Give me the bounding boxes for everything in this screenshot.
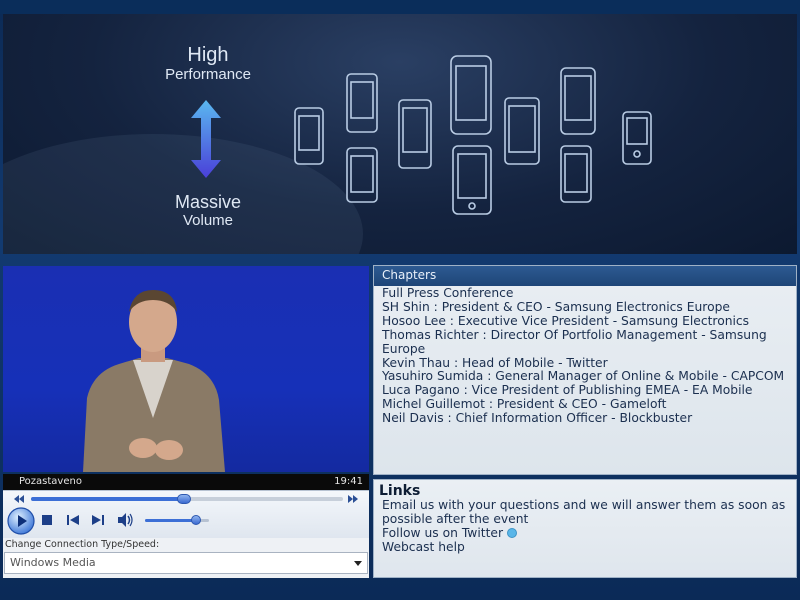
chapters-panel: Chapters Full Press Conference SH Shin :…: [373, 265, 797, 475]
link-twitter-wrapper[interactable]: Follow us on Twitter: [379, 526, 791, 541]
fast-forward-icon[interactable]: [347, 494, 359, 504]
player-status-text: Pozastaveno: [19, 476, 82, 487]
connection-settings: Change Connection Type/Speed: Windows Me…: [3, 538, 369, 578]
link-webcast-help[interactable]: Webcast help: [379, 540, 791, 555]
phone-icon: [622, 111, 652, 165]
play-button[interactable]: [7, 507, 35, 535]
phone-icon: [398, 99, 432, 169]
chapter-item[interactable]: Neil Davis : Chief Information Officer -…: [382, 411, 788, 426]
chapter-item[interactable]: Kevin Thau : Head of Mobile - Twitter: [382, 356, 788, 371]
previous-button[interactable]: [65, 513, 81, 527]
phone-icon: [560, 67, 596, 135]
links-title: Links: [379, 483, 421, 499]
link-email-questions[interactable]: Email us with your questions and we will…: [379, 498, 791, 527]
seek-bar-thumb[interactable]: [176, 494, 191, 504]
stop-button[interactable]: [40, 513, 54, 527]
seek-bar[interactable]: [31, 494, 343, 504]
volume-icon[interactable]: [116, 512, 134, 528]
player-controls: [3, 490, 369, 538]
slide-bottom-label-line2: Volume: [182, 212, 234, 229]
phone-icon: [504, 97, 540, 165]
twitter-icon[interactable]: [507, 527, 518, 538]
dropdown-arrow-icon[interactable]: [354, 561, 362, 566]
phone-icon: [560, 145, 592, 203]
slide-bottom-label-line1: Massive: [174, 192, 241, 212]
chapter-item[interactable]: Yasuhiro Sumida : General Manager of Onl…: [382, 370, 788, 384]
chapter-item[interactable]: Luca Pagano : Vice President of Publishi…: [382, 383, 788, 398]
next-button[interactable]: [90, 513, 106, 527]
volume-slider-level: [145, 519, 197, 522]
slide-top-label-line2: Performance: [165, 66, 251, 83]
chapter-item[interactable]: Full Press Conference: [382, 286, 788, 301]
volume-slider-thumb[interactable]: [191, 515, 202, 525]
phone-lineup-illustration: [294, 55, 652, 215]
chapter-item[interactable]: Michel Guillemot : President & CEO - Gam…: [382, 397, 788, 412]
links-panel: Links Email us with your questions and w…: [373, 479, 797, 578]
seek-bar-progress: [31, 497, 184, 501]
double-arrow-icon: [191, 100, 221, 178]
presentation-slide: High Performance Massive Volume: [3, 14, 797, 254]
phone-icon: [452, 145, 492, 215]
player-status-bar: Pozastaveno 19:41: [3, 474, 369, 490]
slide-top-label-line1: High: [187, 44, 229, 66]
top-strip: [0, 0, 800, 14]
phone-icon: [346, 147, 378, 203]
rewind-icon[interactable]: [13, 494, 25, 504]
slide-bottom-label: Massive Volume: [153, 192, 263, 230]
phone-icon: [450, 55, 492, 135]
volume-slider[interactable]: [145, 515, 209, 525]
video-frame[interactable]: [3, 266, 369, 472]
slide-top-label: High Performance: [153, 44, 263, 84]
connection-type-select[interactable]: Windows Media: [4, 552, 368, 574]
chapters-title: Chapters: [374, 266, 796, 286]
chapter-item[interactable]: Hosoo Lee : Executive Vice President - S…: [382, 314, 788, 329]
player-time: 19:41: [334, 476, 363, 487]
phone-icon: [294, 107, 324, 165]
chapter-item[interactable]: Thomas Richter : Director Of Portfolio M…: [382, 328, 788, 357]
chapter-item[interactable]: SH Shin : President & CEO - Samsung Elec…: [382, 300, 788, 315]
connection-type-value: Windows Media: [10, 556, 96, 569]
connection-label: Change Connection Type/Speed:: [5, 539, 160, 550]
phone-icon: [346, 73, 378, 133]
speaker-video-image: [83, 290, 225, 472]
link-twitter[interactable]: Follow us on Twitter: [382, 526, 503, 540]
chapters-list: Full Press Conference SH Shin : Presiden…: [374, 286, 796, 427]
